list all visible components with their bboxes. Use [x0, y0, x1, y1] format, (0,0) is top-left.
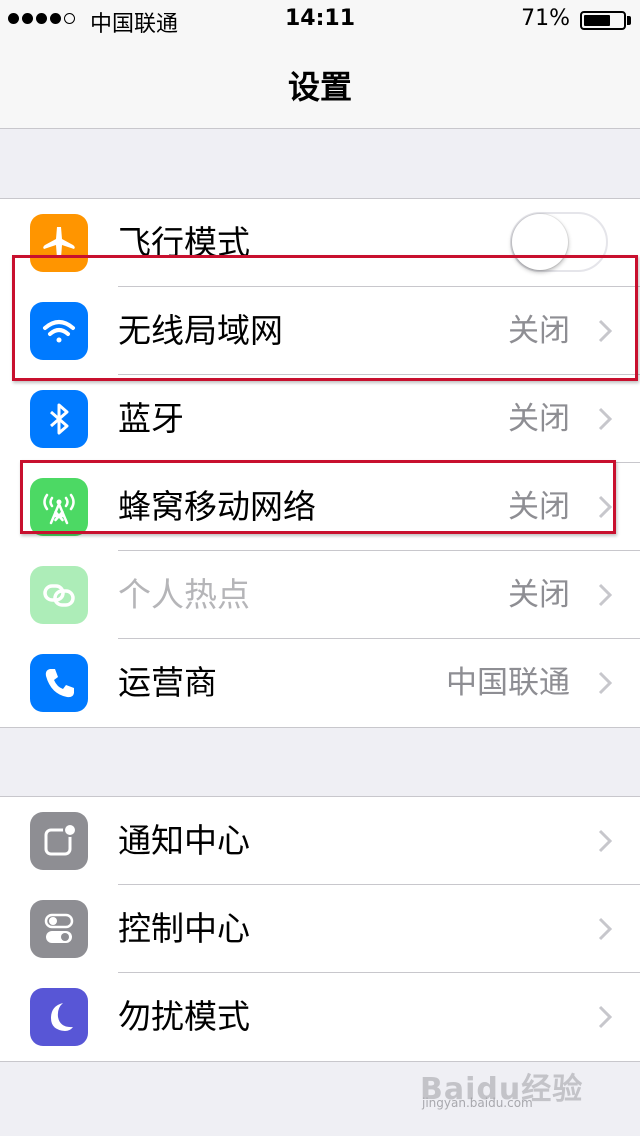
chevron-right-icon — [598, 583, 612, 607]
chevron-right-icon — [598, 671, 612, 695]
page-title: 设置 — [287, 68, 352, 106]
settings-row-carrier[interactable]: 运营商 中国联通 — [0, 639, 640, 727]
settings-row-label: 蓝牙 — [118, 399, 184, 438]
settings-row-value: 中国联通 — [446, 665, 570, 701]
bluetooth-icon — [30, 390, 88, 448]
settings-row-personal-hotspot: 个人热点 关闭 — [0, 551, 640, 639]
battery-percent: 71% — [521, 6, 570, 31]
settings-row-bluetooth[interactable]: 蓝牙 关闭 — [0, 375, 640, 463]
moon-icon — [30, 988, 88, 1046]
battery-icon — [580, 11, 626, 30]
settings-row-label: 个人热点 — [118, 575, 250, 614]
notification-center-icon — [30, 812, 88, 870]
chevron-right-icon — [598, 917, 612, 941]
control-center-icon — [30, 900, 88, 958]
hotspot-link-icon — [30, 566, 88, 624]
settings-row-label: 控制中心 — [118, 909, 250, 948]
settings-row-value: 关闭 — [508, 401, 570, 437]
settings-row-do-not-disturb[interactable]: 勿扰模式 — [0, 973, 640, 1061]
settings-row-label: 通知中心 — [118, 821, 250, 860]
navigation-bar: 设置 — [0, 40, 640, 129]
settings-row-label: 运营商 — [118, 663, 217, 702]
settings-row-label: 勿扰模式 — [118, 997, 250, 1036]
chevron-right-icon — [598, 407, 612, 431]
status-bar: 中国联通 14:11 71% — [0, 0, 640, 40]
chevron-right-icon — [598, 829, 612, 853]
settings-row-value: 关闭 — [508, 577, 570, 613]
settings-row-control-center[interactable]: 控制中心 — [0, 885, 640, 973]
highlight-box-wifi — [12, 255, 638, 381]
baidu-watermark: Baidu经验 jingyan.baidu.com — [420, 1062, 610, 1110]
phone-icon — [30, 654, 88, 712]
settings-row-notification-center[interactable]: 通知中心 — [0, 797, 640, 885]
chevron-right-icon — [598, 1005, 612, 1029]
watermark-url: jingyan.baidu.com — [422, 1096, 533, 1110]
system-settings-group: 通知中心 控制中心 勿扰模式 — [0, 796, 640, 1062]
highlight-box-cellular — [20, 460, 616, 534]
battery-tip — [627, 16, 631, 25]
